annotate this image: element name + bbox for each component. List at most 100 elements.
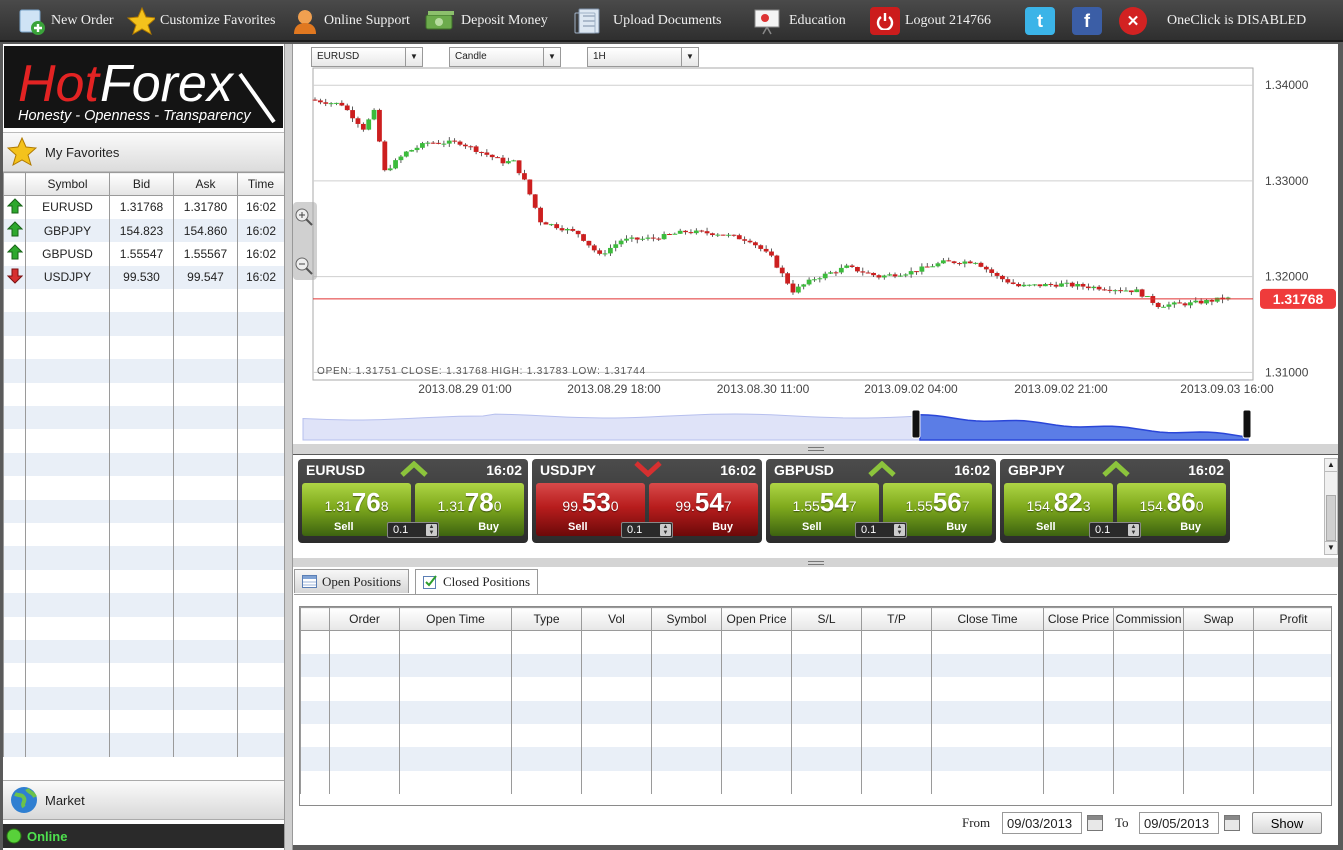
calendar-icon[interactable] (1224, 815, 1240, 831)
connection-status-bar: Online (3, 824, 284, 848)
empty-cell (399, 630, 512, 654)
empty-cell (173, 616, 238, 640)
candle-up (618, 240, 624, 245)
chart-quotes-splitter[interactable] (293, 444, 1338, 454)
logout-button[interactable]: Logout 214766 (870, 0, 991, 42)
online-support-button[interactable]: Online Support (291, 0, 410, 42)
stepper-arrows-icon[interactable]: ▲ ▼ (660, 524, 671, 536)
symbol-column-header[interactable]: Symbol (25, 172, 110, 196)
scroll-up-icon[interactable]: ▲ (1325, 459, 1337, 472)
scroll-down-icon[interactable]: ▼ (1325, 541, 1337, 554)
deposit-money-button[interactable]: Deposit Money (424, 0, 548, 42)
tab-closed-positions[interactable]: Closed Positions (415, 569, 539, 594)
column-header-profit[interactable]: Profit (1253, 607, 1331, 631)
close-button[interactable]: ✕ (1119, 0, 1147, 42)
candle-up (393, 160, 398, 169)
empty-cell (3, 593, 26, 617)
candle-down (865, 272, 871, 274)
empty-cell (861, 747, 932, 771)
chart-navigator[interactable] (302, 409, 1252, 441)
status-light-icon (6, 828, 22, 844)
price-axis-label: 1.33000 (1265, 174, 1309, 188)
timeframe-select[interactable]: 1H ▼ (587, 47, 699, 67)
favorites-row[interactable]: GBPUSD 1.55547 1.55567 16:02 (3, 242, 284, 266)
calendar-icon[interactable] (1087, 815, 1103, 831)
timeframe-select-value: 1H (593, 51, 606, 62)
tab-open-positions[interactable]: Open Positions (294, 569, 410, 593)
ask-column-header[interactable]: Ask (173, 172, 238, 196)
lot-size-stepper[interactable]: 0.1 ▲ ▼ (855, 522, 907, 538)
market-button[interactable]: Market (3, 780, 284, 820)
empty-cell (25, 569, 110, 594)
twitter-button[interactable]: t (1025, 0, 1055, 42)
candle-up (645, 237, 651, 239)
chart-type-select-value: Candle (455, 51, 487, 62)
to-date-input[interactable] (1139, 812, 1219, 834)
my-favorites-header[interactable]: My Favorites (3, 132, 284, 172)
column-header-t-p[interactable]: T/P (861, 607, 932, 631)
empty-cell (109, 499, 174, 523)
candle-down (559, 228, 565, 231)
customize-favorites-button[interactable]: Customize Favorites (127, 0, 276, 42)
column-header-symbol[interactable]: Symbol (651, 607, 722, 631)
column-header-close-time[interactable]: Close Time (931, 607, 1044, 631)
new-order-button[interactable]: New Order (18, 0, 114, 42)
empty-cell (237, 546, 284, 570)
price-chart[interactable]: 1.34000 1.33000 1.32000 1.31000 1.31768 OPE… (293, 44, 1338, 444)
upload-documents-button[interactable]: Upload Documents (570, 0, 721, 42)
favorites-row[interactable]: EURUSD 1.31768 1.31780 16:02 (3, 195, 284, 219)
scroll-thumb[interactable] (1326, 495, 1336, 541)
lot-size-stepper[interactable]: 0.1 ▲ ▼ (387, 522, 439, 538)
empty-cell (1113, 653, 1184, 678)
favorites-bid-cell: 154.823 (109, 218, 174, 243)
lot-size-value: 0.1 (1095, 524, 1111, 536)
favorites-row[interactable]: GBPJPY 154.823 154.860 16:02 (3, 218, 284, 243)
empty-cell (173, 359, 238, 383)
empty-cell (329, 700, 400, 725)
column-header-s-l[interactable]: S/L (791, 607, 862, 631)
oneclick-status[interactable]: OneClick is DISABLED (1167, 0, 1306, 42)
select-column-header[interactable] (300, 607, 330, 631)
time-column-header[interactable]: Time (237, 172, 284, 196)
facebook-button[interactable]: f (1072, 0, 1102, 42)
new-order-label: New Order (51, 13, 114, 28)
column-header-close-price[interactable]: Close Price (1043, 607, 1114, 631)
education-button[interactable]: Education (750, 0, 846, 42)
column-header-type[interactable]: Type (511, 607, 582, 631)
chart-type-select[interactable]: Candle ▼ (449, 47, 561, 67)
favorites-row (3, 593, 284, 617)
column-header-open-time[interactable]: Open Time (399, 607, 512, 631)
column-header-vol[interactable]: Vol (581, 607, 652, 631)
stepper-arrows-icon[interactable]: ▲ ▼ (426, 524, 437, 536)
favorites-row[interactable]: USDJPY 99.530 99.547 16:02 (3, 265, 284, 290)
empty-cell (581, 747, 652, 771)
buy-price: 99.547 (675, 487, 732, 517)
candle-up (387, 168, 393, 171)
lot-size-stepper[interactable]: 0.1 ▲ ▼ (621, 522, 673, 538)
vertical-splitter[interactable] (284, 44, 293, 850)
empty-cell (931, 677, 1044, 701)
show-button[interactable]: Show (1252, 812, 1322, 834)
empty-cell (237, 733, 284, 757)
sell-label: Sell (334, 521, 354, 533)
favorites-symbol-cell: USDJPY (25, 265, 110, 290)
candle-down (747, 240, 753, 243)
candle-down (710, 233, 715, 236)
navigator-left-handle[interactable] (911, 409, 921, 439)
column-header-swap[interactable]: Swap (1183, 607, 1254, 631)
stepper-arrows-icon[interactable]: ▲ ▼ (1128, 524, 1139, 536)
empty-cell (25, 429, 110, 453)
empty-cell (399, 700, 512, 725)
bid-column-header[interactable]: Bid (109, 172, 174, 196)
lot-size-stepper[interactable]: 0.1 ▲ ▼ (1089, 522, 1141, 538)
empty-cell (581, 677, 652, 701)
quotes-scrollbar[interactable]: ▲ ▼ (1324, 458, 1338, 555)
symbol-select[interactable]: EURUSD ▼ (311, 47, 423, 67)
column-header-open-price[interactable]: Open Price (721, 607, 792, 631)
column-header-order[interactable]: Order (329, 607, 400, 631)
stepper-arrows-icon[interactable]: ▲ ▼ (894, 524, 905, 536)
navigator-right-handle[interactable] (1242, 409, 1252, 439)
from-date-input[interactable] (1002, 812, 1082, 834)
column-header-commission[interactable]: Commission (1113, 607, 1184, 631)
empty-cell (109, 733, 174, 757)
